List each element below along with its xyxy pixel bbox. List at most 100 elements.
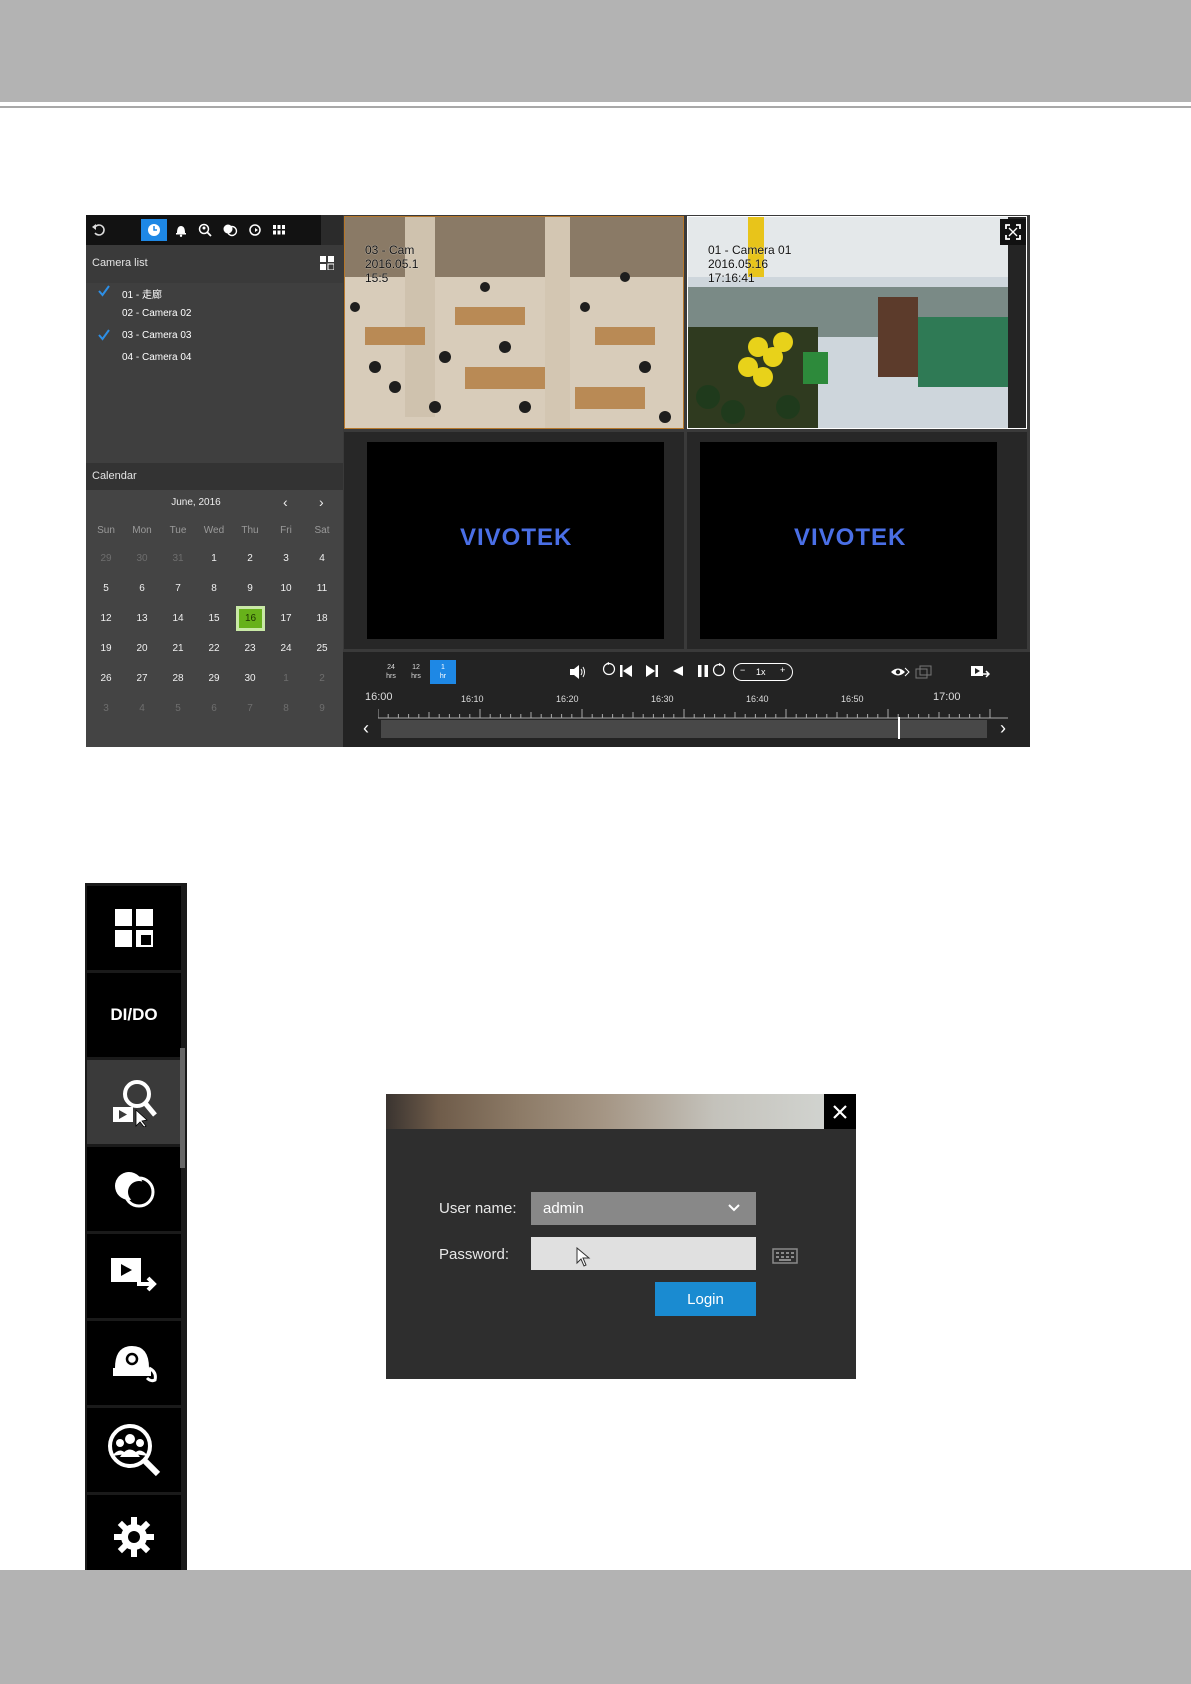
calendar-day[interactable]: 1 <box>268 673 304 684</box>
calendar-day[interactable]: 29 <box>196 673 232 684</box>
calendar-day[interactable]: 30 <box>124 553 160 564</box>
reverse-play-icon[interactable] <box>672 665 684 677</box>
video-tile-empty-2[interactable]: VIVOTEK <box>687 432 1027 649</box>
calendar-day[interactable]: 13 <box>124 613 160 624</box>
scale-1h-button[interactable]: 1 hr <box>430 660 456 684</box>
video-tile-camera-01[interactable]: 01 - Camera 01 2016.05.16 17:16:41 <box>687 216 1027 429</box>
eye-icon[interactable] <box>890 665 910 679</box>
return-icon[interactable] <box>88 219 110 241</box>
calendar-day[interactable]: 10 <box>268 583 304 594</box>
calendar-day[interactable]: 2 <box>304 673 340 684</box>
volume-icon[interactable] <box>569 664 587 680</box>
rewind-15-icon[interactable] <box>602 662 616 676</box>
next-month-icon[interactable]: › <box>319 494 324 510</box>
skip-forward-icon[interactable] <box>645 664 659 678</box>
calendar-day[interactable]: 4 <box>124 703 160 714</box>
video-tile-camera-03[interactable]: 03 - Cam 2016.05.1 15:5 <box>344 216 684 429</box>
calendar-day[interactable]: 6 <box>124 583 160 594</box>
timeline-prev-icon[interactable]: ‹ <box>363 719 377 739</box>
prev-month-icon[interactable]: ‹ <box>283 494 288 510</box>
calendar-day[interactable]: 5 <box>160 703 196 714</box>
calendar-day[interactable]: 25 <box>304 643 340 654</box>
password-field[interactable] <box>531 1237 756 1270</box>
calendar-day[interactable]: 11 <box>304 583 340 594</box>
forward-15-icon[interactable] <box>712 663 726 677</box>
side-item-alarm[interactable] <box>87 1321 181 1405</box>
calendar-day[interactable]: 24 <box>268 643 304 654</box>
camera-item-02[interactable]: 02 - Camera 02 <box>122 308 191 319</box>
weekday-label: Thu <box>241 525 259 536</box>
calendar-day[interactable]: 8 <box>268 703 304 714</box>
timeline-playhead[interactable] <box>898 717 900 739</box>
clock-icon[interactable] <box>141 219 167 241</box>
calendar-day[interactable]: 28 <box>160 673 196 684</box>
calendar-day[interactable]: 2 <box>232 553 268 564</box>
calendar-day[interactable]: 7 <box>232 703 268 714</box>
video-tile-empty-1[interactable]: VIVOTEK <box>344 432 684 649</box>
side-item-export[interactable] <box>87 1234 181 1318</box>
side-item-settings[interactable] <box>87 1495 181 1579</box>
calendar-day[interactable]: 3 <box>268 553 304 564</box>
header-rule <box>0 106 1191 108</box>
calendar-day[interactable]: 3 <box>88 703 124 714</box>
calendar-day[interactable]: 5 <box>88 583 124 594</box>
calendar-day[interactable]: 18 <box>304 613 340 624</box>
side-item-dido[interactable]: DI/DO <box>87 973 181 1057</box>
calendar-day[interactable]: 31 <box>160 553 196 564</box>
timeline-tick-label: 16:40 <box>746 694 769 704</box>
scale-24h-button[interactable]: 24 hrs <box>379 660 403 684</box>
calendar-day[interactable]: 9 <box>304 703 340 714</box>
side-item-liveview[interactable] <box>87 886 181 970</box>
bell-icon[interactable] <box>170 219 192 241</box>
calendar-day[interactable]: 6 <box>196 703 232 714</box>
calendar-day[interactable]: 19 <box>88 643 124 654</box>
calendar-day[interactable]: 8 <box>196 583 232 594</box>
calendar-day[interactable]: 1 <box>196 553 232 564</box>
overlap-icon[interactable] <box>219 219 241 241</box>
keyboard-icon[interactable] <box>772 1246 798 1264</box>
calendar-day[interactable]: 29 <box>88 553 124 564</box>
calendar-day[interactable]: 21 <box>160 643 196 654</box>
snapshot-icon[interactable] <box>915 665 933 679</box>
timeline-next-icon[interactable]: › <box>1000 719 1014 739</box>
fullscreen-icon[interactable] <box>1000 219 1026 245</box>
calendar-day[interactable]: 27 <box>124 673 160 684</box>
calendar-day[interactable]: 7 <box>160 583 196 594</box>
calendar-day[interactable]: 26 <box>88 673 124 684</box>
side-item-people-search[interactable] <box>87 1408 181 1492</box>
side-item-playback[interactable] <box>87 1060 181 1144</box>
calendar-day[interactable]: 9 <box>232 583 268 594</box>
pause-icon[interactable] <box>697 664 709 678</box>
scale-12h-button[interactable]: 12 hrs <box>404 660 428 684</box>
grid-icon[interactable] <box>268 219 290 241</box>
calendar-day[interactable]: 4 <box>304 553 340 564</box>
camera-item-01[interactable]: 01 - 走廊 <box>122 286 162 301</box>
check-icon[interactable] <box>98 285 110 297</box>
speed-control[interactable]: − 1x + <box>733 663 793 681</box>
camera-item-03[interactable]: 03 - Camera 03 <box>122 330 191 341</box>
calendar-day[interactable]: 15 <box>196 613 232 624</box>
people-search-icon[interactable] <box>194 219 216 241</box>
side-menu-scrollbar[interactable] <box>180 1048 185 1168</box>
calendar-day[interactable]: 12 <box>88 613 124 624</box>
check-icon[interactable] <box>98 329 110 341</box>
calendar-day[interactable]: 23 <box>232 643 268 654</box>
layout-icon[interactable] <box>320 256 335 275</box>
close-button[interactable] <box>824 1094 856 1129</box>
timeline-track[interactable] <box>381 720 987 738</box>
calendar-day[interactable]: 22 <box>196 643 232 654</box>
calendar-day[interactable]: 17 <box>268 613 304 624</box>
calendar-day[interactable]: 14 <box>160 613 196 624</box>
calendar-day[interactable]: 30 <box>232 673 268 684</box>
refresh-search-icon[interactable] <box>244 219 266 241</box>
speed-increase-icon[interactable]: + <box>780 665 785 675</box>
username-select[interactable]: admin <box>531 1192 756 1225</box>
side-item-overlap[interactable] <box>87 1147 181 1231</box>
speed-decrease-icon[interactable]: − <box>740 665 745 675</box>
calendar-day[interactable]: 20 <box>124 643 160 654</box>
skip-back-icon[interactable] <box>619 664 633 678</box>
login-button[interactable]: Login <box>655 1282 756 1316</box>
camera-item-04[interactable]: 04 - Camera 04 <box>122 352 191 363</box>
export-icon[interactable] <box>970 665 990 679</box>
calendar-day-selected[interactable]: 16 <box>236 606 265 631</box>
